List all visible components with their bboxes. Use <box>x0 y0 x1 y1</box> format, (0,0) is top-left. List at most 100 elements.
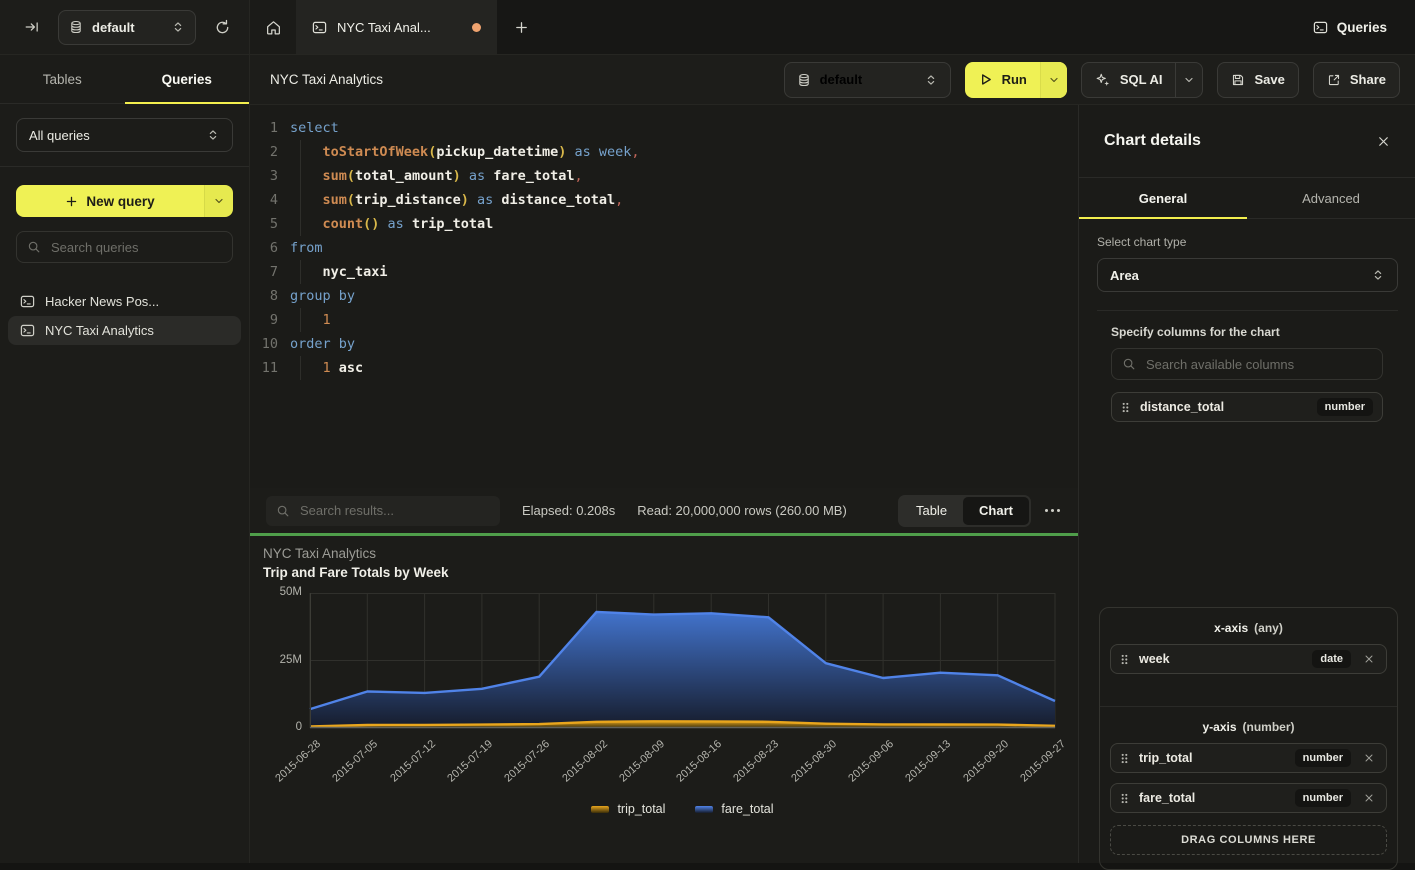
topbar-database-value: default <box>92 20 135 35</box>
drag-columns-dropzone[interactable]: DRAG COLUMNS HERE <box>1110 825 1387 855</box>
topbar-database-select[interactable]: default <box>58 10 196 45</box>
column-name: week <box>1139 652 1302 666</box>
x-axis-heading: x-axis(any) <box>1108 616 1389 636</box>
save-button[interactable]: Save <box>1217 62 1298 98</box>
new-query-menu-button[interactable] <box>204 185 233 217</box>
saved-query-item[interactable]: NYC Taxi Analytics <box>8 316 241 345</box>
chart-details-panel: Chart details General Advanced Select ch… <box>1078 105 1415 863</box>
x-axis-tick-label: 2015-08-16 <box>674 738 724 785</box>
column-type-badge: number <box>1317 398 1373 416</box>
sql-line[interactable]: 8group by <box>250 284 1078 308</box>
chevron-updown-icon <box>924 73 938 87</box>
x-axis-tick-label: 2015-07-05 <box>330 738 380 785</box>
sidebar: Tables Queries All queries New query Hac <box>0 55 250 863</box>
chart-plot[interactable] <box>310 593 1055 728</box>
table-view-label: Table <box>916 503 947 518</box>
available-columns-list: distance_totalnumber <box>1111 392 1383 422</box>
sql-line[interactable]: 1select <box>250 116 1078 140</box>
tab-general-label: General <box>1139 191 1187 206</box>
sql-line[interactable]: 11 1 asc <box>250 356 1078 380</box>
refresh-icon[interactable] <box>210 15 235 40</box>
x-axis-tick-label: 2015-09-13 <box>904 738 954 785</box>
sql-line[interactable]: 4 sum(trip_distance) as distance_total, <box>250 188 1078 212</box>
column-type-badge: date <box>1312 650 1351 668</box>
top-bar-right: Queries <box>1313 0 1415 54</box>
header-database-select[interactable]: default <box>784 62 951 98</box>
saved-query-label: NYC Taxi Analytics <box>45 323 154 338</box>
rows-read-stat: Read: 20,000,000 rows (260.00 MB) <box>637 503 847 518</box>
sql-ai-options-button[interactable] <box>1175 63 1202 97</box>
new-tab-button[interactable] <box>497 0 545 54</box>
chart-section: NYC Taxi Analytics Trip and Fare Totals … <box>250 536 1078 863</box>
column-row-distance_total[interactable]: distance_totalnumber <box>1111 392 1383 422</box>
tab-advanced[interactable]: Advanced <box>1247 178 1415 218</box>
share-button[interactable]: Share <box>1313 62 1400 98</box>
y-axis-tick-label: 25M <box>254 654 302 666</box>
sql-line[interactable]: 7 nyc_taxi <box>250 260 1078 284</box>
drag-handle-icon[interactable] <box>1120 792 1129 805</box>
chart-details-header: Chart details <box>1079 105 1415 178</box>
sql-line[interactable]: 6from <box>250 236 1078 260</box>
view-toggle-chart[interactable]: Chart <box>963 497 1029 525</box>
close-icon[interactable] <box>1372 130 1395 153</box>
save-label: Save <box>1254 72 1284 87</box>
tab-nyc-taxi-analytics[interactable]: NYC Taxi Anal... <box>296 0 497 54</box>
queries-shortcut[interactable]: Queries <box>1313 20 1387 35</box>
search-columns-input[interactable] <box>1144 356 1372 373</box>
tab-general[interactable]: General <box>1079 178 1247 218</box>
column-row-trip_total[interactable]: trip_totalnumber <box>1110 743 1387 773</box>
sql-line[interactable]: 2 toStartOfWeek(pickup_datetime) as week… <box>250 140 1078 164</box>
plus-icon <box>65 195 78 208</box>
drag-handle-icon[interactable] <box>1120 752 1129 765</box>
run-split-button: Run <box>965 62 1067 98</box>
column-row-fare_total[interactable]: fare_totalnumber <box>1110 783 1387 813</box>
legend-item-fare_total[interactable]: fare_total <box>695 802 773 816</box>
sql-ai-button[interactable]: SQL AI <box>1082 63 1176 97</box>
drag-handle-icon[interactable] <box>1120 653 1129 666</box>
plus-icon <box>514 20 529 35</box>
database-icon <box>797 73 811 87</box>
sql-line[interactable]: 9 1 <box>250 308 1078 332</box>
query-filter-select[interactable]: All queries <box>16 118 233 152</box>
tab-advanced-label: Advanced <box>1302 191 1360 206</box>
query-actions: default Run SQL AI <box>784 62 1400 98</box>
collapse-sidebar-icon[interactable] <box>20 15 44 39</box>
sql-line[interactable]: 10order by <box>250 332 1078 356</box>
sidebar-tab-tables[interactable]: Tables <box>0 55 125 103</box>
remove-column-icon[interactable] <box>1361 790 1377 806</box>
view-toggle-table[interactable]: Table <box>900 497 963 525</box>
results-search <box>266 496 500 526</box>
sql-ai-split-button: SQL AI <box>1081 62 1204 98</box>
sql-line[interactable]: 3 sum(total_amount) as fare_total, <box>250 164 1078 188</box>
remove-column-icon[interactable] <box>1361 750 1377 766</box>
column-row-week[interactable]: week date <box>1110 644 1387 674</box>
chart-view-label: Chart <box>979 503 1013 518</box>
x-axis-tick-label: 2015-07-12 <box>388 738 438 785</box>
home-tab[interactable] <box>250 0 296 54</box>
saved-query-label: Hacker News Pos... <box>45 294 159 309</box>
run-options-button[interactable] <box>1040 62 1067 98</box>
more-options-icon[interactable] <box>1041 503 1064 518</box>
query-header: NYC Taxi Analytics default Run SQL AI <box>250 55 1415 105</box>
new-query-button[interactable]: New query <box>16 185 204 217</box>
search-results-input[interactable] <box>298 502 490 519</box>
results-toolbar: Elapsed: 0.208s Read: 20,000,000 rows (2… <box>250 488 1078 533</box>
remove-column-icon[interactable] <box>1361 651 1377 667</box>
sidebar-tabs: Tables Queries <box>0 55 249 104</box>
saved-query-item[interactable]: Hacker News Pos... <box>8 287 241 316</box>
queries-shortcut-label: Queries <box>1337 20 1387 35</box>
sidebar-tab-queries[interactable]: Queries <box>125 55 250 103</box>
chart-type-select[interactable]: Area <box>1097 258 1398 292</box>
search-queries-input[interactable] <box>49 239 222 256</box>
legend-item-trip_total[interactable]: trip_total <box>591 802 665 816</box>
drag-handle-icon[interactable] <box>1121 401 1130 414</box>
sql-editor[interactable]: 1select2 toStartOfWeek(pickup_datetime) … <box>250 105 1078 488</box>
query-filter-block: All queries <box>0 104 249 167</box>
query-filter-value: All queries <box>29 128 206 143</box>
run-label: Run <box>1002 72 1027 87</box>
columns-search <box>1111 348 1383 380</box>
sql-line[interactable]: 5 count() as trip_total <box>250 212 1078 236</box>
home-icon <box>265 19 282 36</box>
share-label: Share <box>1350 72 1386 87</box>
run-button[interactable]: Run <box>965 62 1040 98</box>
